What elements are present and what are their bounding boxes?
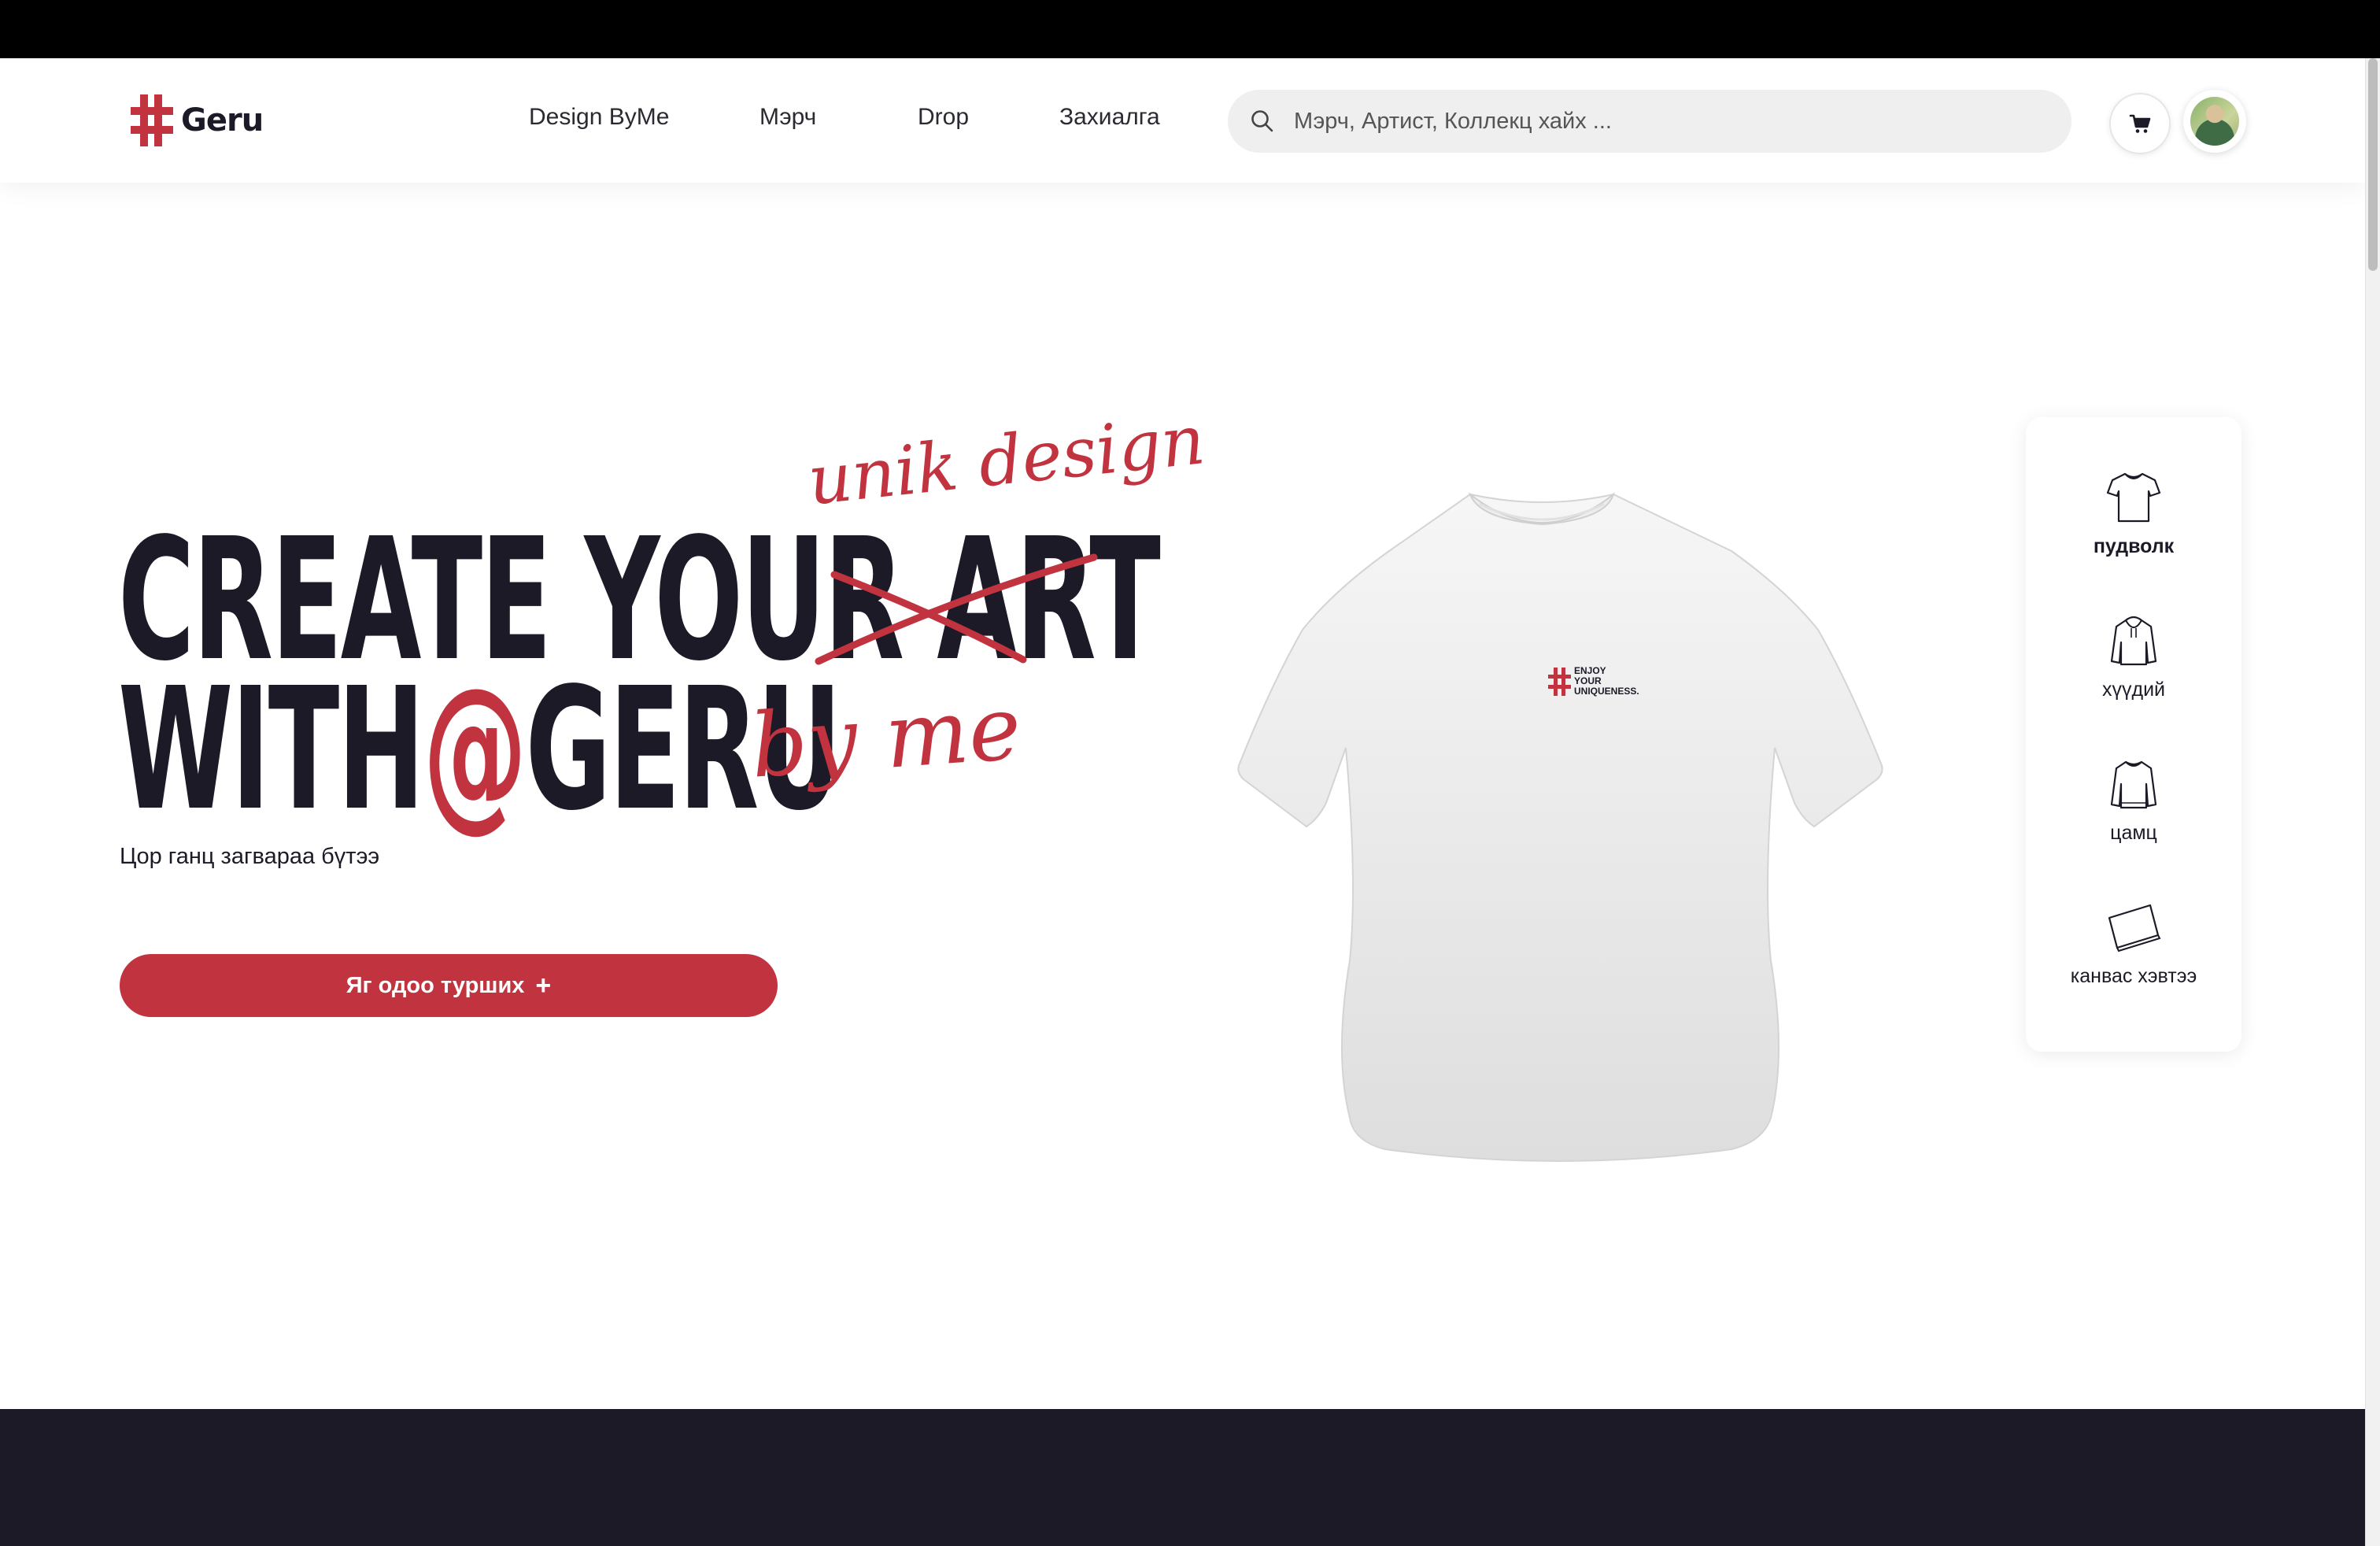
nav-link-drop[interactable]: Drop	[918, 104, 969, 131]
page-scrollbar[interactable]	[2365, 58, 2380, 1546]
category-label: пудволк	[2093, 535, 2175, 557]
hero-subtitle: Цор ганц загвараа бүтээ	[120, 844, 380, 869]
logo[interactable]: Geru	[131, 94, 264, 146]
avatar-image	[2190, 97, 2239, 146]
tshirt-icon	[2106, 472, 2161, 523]
canvas-icon	[2108, 904, 2161, 952]
strike-through-mark	[815, 553, 1098, 665]
category-hoodie[interactable]: хүүдий	[2026, 614, 2241, 701]
tshirt-preview[interactable]: ENJOY YOUR UNIQUENESS.	[1220, 488, 1889, 1165]
dark-section	[0, 1409, 2366, 1546]
hash-logo-icon	[131, 94, 173, 146]
nav-link-merch[interactable]: Мэрч	[759, 104, 816, 131]
search-input[interactable]	[1292, 107, 2051, 135]
sweater-icon	[2110, 760, 2157, 809]
category-label: канвас хэвтээ	[2070, 965, 2197, 987]
try-now-label: Яг одоо турших	[346, 972, 525, 998]
product-type-panel: пудволк хүүдий цамц канвас хэвтээ	[2026, 417, 2241, 1052]
print-line-1: ENJOY	[1574, 665, 1606, 676]
nav-link-orders[interactable]: Захиалга	[1059, 104, 1160, 131]
cart-icon	[2129, 114, 2151, 133]
nav-link-design-byme[interactable]: Design ByMe	[529, 104, 669, 131]
plus-icon: +	[535, 970, 552, 1000]
search-icon	[1251, 110, 1273, 132]
category-sweater[interactable]: цамц	[2026, 757, 2241, 845]
category-label: цамц	[2110, 822, 2157, 844]
user-avatar[interactable]	[2183, 90, 2246, 153]
script-by-me: by me	[748, 677, 1025, 798]
category-tshirt[interactable]: пудволк	[2026, 471, 2241, 558]
logo-text: Geru	[181, 102, 264, 139]
hoodie-icon	[2110, 616, 2157, 666]
try-now-button[interactable]: Яг одоо турших +	[120, 954, 778, 1017]
category-label: хүүдий	[2101, 679, 2166, 701]
hero-title-with: WITH	[118, 652, 425, 848]
hero-title-at: @	[423, 652, 527, 848]
navbar: Geru Design ByMe Мэрч Drop Захиалга	[0, 58, 2366, 183]
browser-top-bar	[0, 0, 2380, 58]
category-canvas[interactable]: канвас хэвтээ	[2026, 901, 2241, 988]
scrollbar-thumb[interactable]	[2368, 58, 2378, 271]
print-line-2: YOUR	[1574, 675, 1602, 686]
cart-button[interactable]	[2109, 93, 2171, 154]
print-line-3: UNIQUENESS.	[1574, 686, 1639, 697]
search-bar[interactable]	[1228, 90, 2071, 153]
